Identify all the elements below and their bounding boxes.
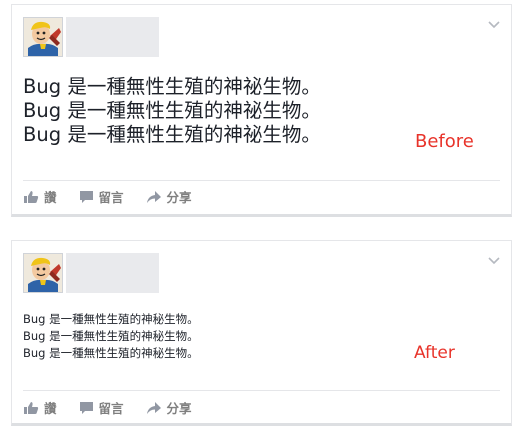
post-text-line: Bug 是一種無性生殖的神祕生物。	[23, 99, 321, 122]
post-text: Bug 是一種無性生殖的神祕生物。 Bug 是一種無性生殖的神祕生物。 Bug …	[23, 75, 321, 147]
comment-button[interactable]: 留言	[79, 187, 124, 206]
comment-label: 留言	[98, 190, 124, 205]
comment-label: 留言	[98, 401, 124, 416]
vault-boy-avatar-icon	[24, 18, 62, 56]
post-text-line: Bug 是一種無性生殖的神祕生物。	[23, 123, 321, 146]
after-label: After	[414, 343, 455, 363]
divider	[23, 390, 500, 391]
avatar[interactable]	[23, 17, 63, 57]
action-bar: 讚 留言 分享	[23, 398, 214, 417]
share-arrow-icon	[146, 401, 161, 414]
post-text-line: Bug 是一種無性生殖的神秘生物。	[23, 312, 199, 326]
post-text: Bug 是一種無性生殖的神秘生物。 Bug 是一種無性生殖的神秘生物。 Bug …	[23, 311, 199, 362]
comment-icon	[79, 190, 93, 203]
share-arrow-icon	[146, 190, 161, 203]
avatar[interactable]	[23, 253, 63, 293]
share-button[interactable]: 分享	[146, 398, 192, 417]
post-text-line: Bug 是一種無性生殖的神秘生物。	[23, 329, 199, 343]
comment-icon	[79, 401, 93, 414]
thumbs-up-icon	[24, 190, 39, 203]
like-label: 讚	[44, 401, 57, 416]
divider	[23, 180, 500, 181]
post-card-before: Bug 是一種無性生殖的神祕生物。 Bug 是一種無性生殖的神祕生物。 Bug …	[11, 4, 512, 217]
action-bar: 讚 留言 分享	[23, 187, 214, 206]
comparison-stage: Bug 是一種無性生殖的神祕生物。 Bug 是一種無性生殖的神祕生物。 Bug …	[0, 0, 521, 435]
thumbs-up-icon	[24, 401, 39, 414]
post-text-line: Bug 是一種無性生殖的神祕生物。	[23, 75, 321, 98]
chevron-down-icon[interactable]	[487, 17, 501, 29]
share-label: 分享	[166, 190, 192, 205]
comment-button[interactable]: 留言	[79, 398, 124, 417]
author-name-placeholder[interactable]	[66, 253, 159, 293]
share-button[interactable]: 分享	[146, 187, 192, 206]
vault-boy-avatar-icon	[24, 254, 62, 292]
before-label: Before	[415, 131, 474, 152]
post-text-line: Bug 是一種無性生殖的神秘生物。	[23, 346, 199, 360]
post-card-after: Bug 是一種無性生殖的神秘生物。 Bug 是一種無性生殖的神秘生物。 Bug …	[11, 240, 512, 426]
like-button[interactable]: 讚	[23, 187, 57, 206]
like-button[interactable]: 讚	[23, 398, 57, 417]
chevron-down-icon[interactable]	[487, 253, 501, 265]
share-label: 分享	[166, 401, 192, 416]
like-label: 讚	[44, 190, 57, 205]
author-name-placeholder[interactable]	[66, 17, 159, 57]
